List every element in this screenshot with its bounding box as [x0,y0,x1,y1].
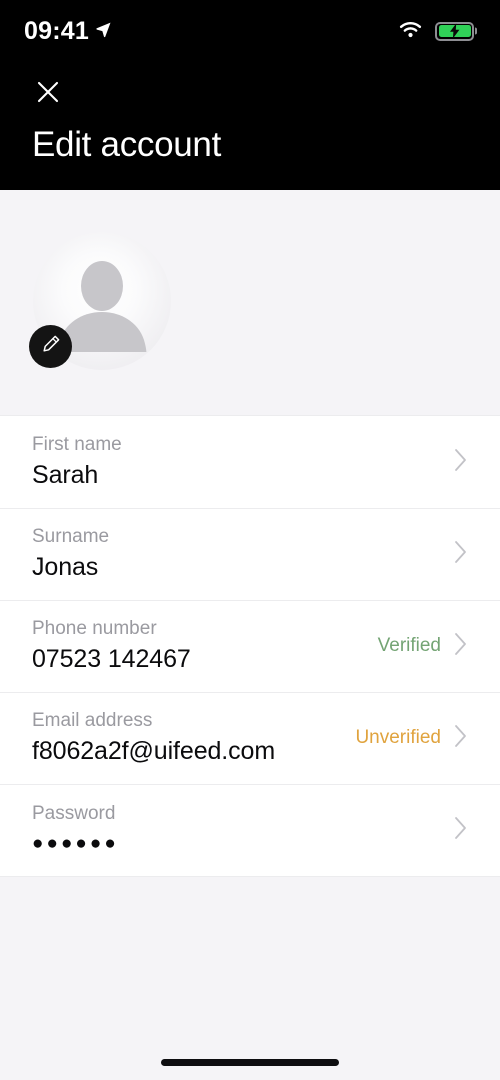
close-button[interactable] [28,74,68,114]
row-first-name[interactable]: First name Sarah [0,416,500,508]
battery-fill [438,23,471,39]
row-accessory [443,447,468,478]
status-bar-left: 09:41 [24,16,112,45]
chevron-right-icon [453,815,468,846]
status-bar-right [398,20,474,43]
close-icon [33,77,63,112]
location-arrow-icon [95,21,112,43]
chevron-right-icon [453,447,468,478]
row-password[interactable]: Password ●●●●●● [0,784,500,876]
status-bar: 09:41 [0,0,500,62]
avatar-section [0,190,500,415]
field-value: Sarah [32,461,99,490]
page-header: Edit account [0,62,500,190]
row-accessory: Unverified [345,723,468,754]
row-text: Surname Jonas [32,526,443,582]
field-label: Password [32,802,116,824]
row-text: Phone number 07523 142467 [32,618,368,674]
chevron-right-icon [453,631,468,662]
edit-account-screen: 09:41 Edit account First name Sarah Surn… [0,0,500,1080]
status-badge-unverified: Unverified [355,727,441,748]
row-email-address[interactable]: Email address f8062a2f@uifeed.com Unveri… [0,692,500,784]
row-text: First name Sarah [32,434,443,490]
bottom-area [0,876,500,1080]
field-label: Phone number [32,618,157,640]
status-badge-verified: Verified [377,635,441,656]
chevron-right-icon [453,539,468,570]
field-label: First name [32,434,122,456]
row-surname[interactable]: Surname Jonas [0,508,500,600]
wifi-icon [398,20,423,43]
field-value-masked: ●●●●●● [32,832,119,854]
avatar[interactable] [29,232,171,370]
chevron-right-icon [453,723,468,754]
row-accessory: Verified [368,631,468,662]
battery-charging-icon [435,21,474,41]
row-accessory [443,539,468,570]
pencil-icon [40,333,62,360]
row-accessory [443,815,468,846]
status-bar-time: 09:41 [24,16,89,45]
field-value: 07523 142467 [32,645,191,674]
field-label: Email address [32,710,153,732]
account-fields-list: First name Sarah Surname Jonas Phone num… [0,415,500,876]
page-title: Edit account [32,125,222,164]
field-value: Jonas [32,553,99,582]
row-phone-number[interactable]: Phone number 07523 142467 Verified [0,600,500,692]
edit-avatar-button[interactable] [29,325,72,368]
row-text: Email address f8062a2f@uifeed.com [32,710,345,766]
field-label: Surname [32,526,110,548]
home-indicator[interactable] [161,1059,339,1066]
field-value: f8062a2f@uifeed.com [32,737,276,766]
row-text: Password ●●●●●● [32,803,443,857]
